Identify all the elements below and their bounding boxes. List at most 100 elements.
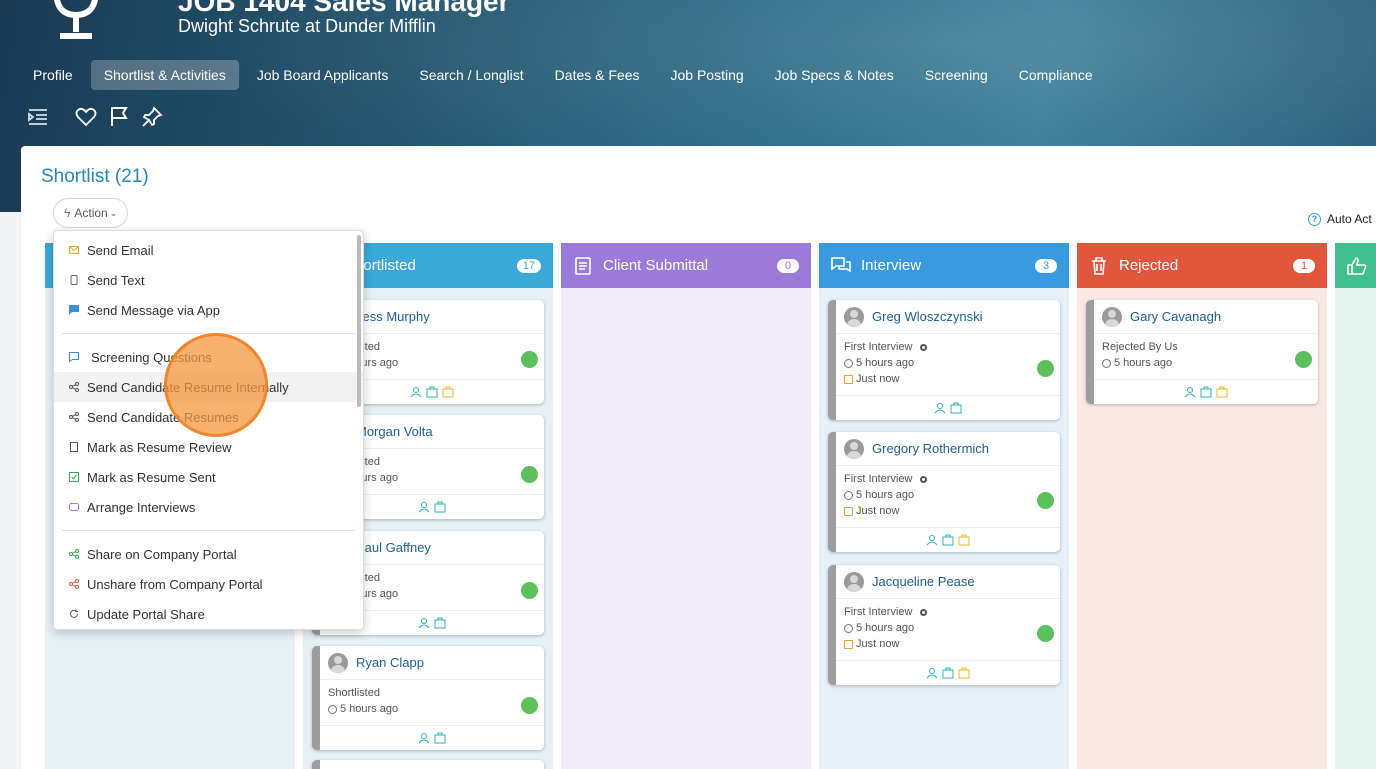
suitcase-icon[interactable] xyxy=(958,667,970,679)
candidate-card[interactable]: Ryan Clapp Shortlisted 5 hours ago xyxy=(312,646,544,750)
mail-icon xyxy=(844,639,853,649)
tab-screening[interactable]: Screening xyxy=(912,60,1001,90)
candidate-card[interactable]: Jacqueline Pease First Interview 5 hours … xyxy=(828,565,1060,685)
phone-icon xyxy=(70,275,78,285)
candidate-name[interactable]: Greg Wloszczynski xyxy=(872,309,983,324)
suitcase-icon[interactable] xyxy=(1216,386,1228,398)
briefcase-icon[interactable] xyxy=(950,402,962,414)
suitcase-icon[interactable] xyxy=(958,534,970,546)
tab-compliance[interactable]: Compliance xyxy=(1006,60,1106,90)
status-indicator xyxy=(521,466,538,483)
job-tabs: Profile Shortlist & Activities Job Board… xyxy=(20,60,1111,90)
status-indicator xyxy=(1037,492,1054,509)
people-icon[interactable] xyxy=(934,402,946,414)
status-indicator xyxy=(521,582,538,599)
envelope-icon xyxy=(69,246,79,254)
refresh-icon xyxy=(70,609,78,618)
column-body: Greg Wloszczynski First Interview 5 hours… xyxy=(819,288,1069,769)
candidate-name[interactable]: Jacqueline Pease xyxy=(872,574,975,589)
clock-icon xyxy=(844,490,853,500)
candidate-card[interactable]: Gregory Rothermich First Interview 5 hour… xyxy=(828,432,1060,552)
auto-action-toggle[interactable]: ? Auto Act xyxy=(1308,212,1372,226)
tab-profile[interactable]: Profile xyxy=(20,60,86,90)
menu-mark-resume-sent[interactable]: Mark as Resume Sent xyxy=(54,462,363,492)
menu-label: Arrange Interviews xyxy=(87,499,196,515)
briefcase-icon[interactable] xyxy=(434,501,446,513)
candidate-status: First Interview xyxy=(844,606,913,618)
status-circle-icon xyxy=(920,475,928,483)
tab-job-board-applicants[interactable]: Job Board Applicants xyxy=(244,60,402,90)
candidate-name[interactable]: Gregory Rothermich xyxy=(872,441,989,456)
candidate-status: Rejected By Us xyxy=(1102,341,1178,353)
thumbs-up-icon xyxy=(1347,256,1367,276)
avatar xyxy=(844,571,864,592)
avatar xyxy=(1102,306,1122,327)
candidate-name[interactable]: Jess Murphy xyxy=(356,309,430,324)
people-icon[interactable] xyxy=(418,617,430,629)
briefcase-icon[interactable] xyxy=(426,386,438,398)
status-time: 5 hours ago xyxy=(340,703,399,715)
tab-job-specs-notes[interactable]: Job Specs & Notes xyxy=(762,60,907,90)
people-icon[interactable] xyxy=(410,386,422,398)
briefcase-icon[interactable] xyxy=(1200,386,1212,398)
share-icon xyxy=(69,579,79,589)
avatar xyxy=(328,652,348,673)
column-interview: Interview 3 Greg Wloszczynski First Inte… xyxy=(819,243,1069,769)
candidate-name[interactable]: Ryan Clapp xyxy=(356,655,424,670)
chat-icon xyxy=(831,256,851,276)
column-count: 17 xyxy=(516,258,541,273)
collapse-menu-icon[interactable] xyxy=(26,105,50,129)
action-button[interactable]: ϟ Action ⌄ xyxy=(53,198,129,228)
heart-icon[interactable] xyxy=(74,105,98,129)
tab-shortlist-activities[interactable]: Shortlist & Activities xyxy=(90,60,239,90)
people-icon[interactable] xyxy=(1184,386,1196,398)
briefcase-icon[interactable] xyxy=(434,732,446,744)
tab-search-longlist[interactable]: Search / Longlist xyxy=(406,60,536,90)
menu-label: Unshare from Company Portal xyxy=(87,576,263,592)
column-header xyxy=(1335,243,1376,288)
column-header: Interview 3 xyxy=(819,243,1069,288)
candidate-name[interactable]: Gary Cavanagh xyxy=(1130,309,1221,324)
status-indicator xyxy=(1037,360,1054,377)
people-icon[interactable] xyxy=(926,534,938,546)
briefcase-icon[interactable] xyxy=(942,534,954,546)
tab-dates-fees[interactable]: Dates & Fees xyxy=(542,60,653,90)
column-count: 1 xyxy=(1293,258,1315,273)
pin-icon[interactable] xyxy=(140,105,164,129)
column-title: Client Submittal xyxy=(603,257,709,274)
candidate-card[interactable] xyxy=(312,760,544,769)
tab-job-posting[interactable]: Job Posting xyxy=(658,60,757,90)
menu-label: Send Email xyxy=(87,242,154,258)
mail-icon xyxy=(844,506,853,516)
flag-icon[interactable] xyxy=(107,105,131,129)
menu-share-company-portal[interactable]: Share on Company Portal xyxy=(54,539,363,569)
suitcase-icon[interactable] xyxy=(442,386,454,398)
candidate-status: First Interview xyxy=(844,473,913,485)
menu-update-portal-share[interactable]: Update Portal Share xyxy=(54,599,363,629)
briefcase-icon[interactable] xyxy=(434,617,446,629)
column-client-submittal: Client Submittal 0 xyxy=(561,243,811,769)
candidate-card[interactable]: Gary Cavanagh Rejected By Us 5 hours ago xyxy=(1086,300,1318,404)
mail-icon xyxy=(844,374,853,384)
menu-send-message-app[interactable]: Send Message via App xyxy=(54,295,363,325)
people-icon[interactable] xyxy=(418,732,430,744)
candidate-name[interactable]: Paul Gaffney xyxy=(356,540,431,555)
candidate-name[interactable]: Morgan Volta xyxy=(356,424,433,439)
dropdown-scrollbar[interactable] xyxy=(357,235,361,407)
menu-send-email[interactable]: Send Email xyxy=(54,235,363,265)
trash-icon xyxy=(1089,256,1109,276)
column-body xyxy=(561,288,811,769)
briefcase-icon[interactable] xyxy=(942,667,954,679)
menu-unshare-company-portal[interactable]: Unshare from Company Portal xyxy=(54,569,363,599)
clock-icon xyxy=(1102,358,1111,368)
people-icon[interactable] xyxy=(926,667,938,679)
menu-arrange-interviews[interactable]: Arrange Interviews xyxy=(54,492,363,522)
menu-send-text[interactable]: Send Text xyxy=(54,265,363,295)
column-body xyxy=(1335,288,1376,769)
candidate-card[interactable]: Greg Wloszczynski First Interview 5 hours… xyxy=(828,300,1060,420)
share-icon xyxy=(69,549,79,559)
question-chat-icon xyxy=(69,352,79,362)
mail-time: Just now xyxy=(856,505,900,517)
people-icon[interactable] xyxy=(418,501,430,513)
clock-icon xyxy=(328,704,337,714)
